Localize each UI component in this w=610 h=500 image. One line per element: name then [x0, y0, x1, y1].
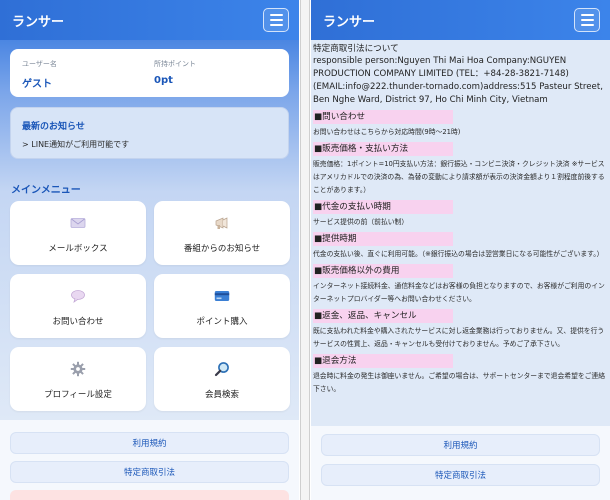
- main-menu-title: メインメニュー: [11, 185, 81, 196]
- gear-icon: [70, 361, 86, 377]
- doc-heading: ■販売価格・支払い方法: [313, 142, 453, 156]
- terms-button[interactable]: 利用規約: [10, 432, 289, 454]
- news-card: 最新のお知らせ > LINE通知がご利用可能です: [10, 107, 289, 159]
- megaphone-icon: [214, 215, 230, 231]
- doc-heading: ■提供時期: [313, 232, 453, 246]
- bottom-banner: [10, 490, 289, 500]
- doc-text: 販売価格：1ポイント=10円支払い方法：銀行振込・コンビニ決済・クレジット決済 …: [313, 160, 605, 194]
- user-info-card: ユーザー名 ゲスト 所持ポイント 0pt: [10, 49, 289, 97]
- commerce-law-screen: ランサー 特定商取引法について responsible person:Nguye…: [311, 0, 610, 500]
- points-block: 所持ポイント 0pt: [154, 59, 196, 86]
- doc-text: 代金の支払い後、直ぐに利用可能。（※銀行振込の場合は翌営業日になる可能性がござい…: [313, 250, 604, 258]
- doc-title: 特定商取引法について: [313, 44, 399, 54]
- hamburger-icon: [269, 24, 283, 26]
- app-title[interactable]: ランサー: [12, 11, 64, 30]
- credit-card-icon: [214, 288, 230, 304]
- commerce-law-document: 特定商取引法について responsible person:Nguyen Thi…: [311, 40, 607, 396]
- points-label: 所持ポイント: [154, 60, 196, 68]
- hamburger-menu-button[interactable]: [574, 8, 600, 32]
- doc-heading: ■退会方法: [313, 354, 453, 368]
- username-block: ユーザー名 ゲスト: [22, 59, 57, 90]
- home-screen: ランサー ユーザー名 ゲスト 所持ポイント 0pt 最新のお知らせ > LINE…: [0, 0, 299, 500]
- magnifier-icon: [214, 361, 230, 377]
- hamburger-menu-button[interactable]: [263, 8, 289, 32]
- menu-tile-member-search[interactable]: 会員検索: [154, 347, 290, 411]
- username-value: ゲスト: [22, 79, 52, 90]
- news-item-link[interactable]: > LINE通知がご利用可能です: [22, 139, 129, 150]
- hamburger-icon: [580, 14, 594, 16]
- app-title[interactable]: ランサー: [323, 11, 375, 30]
- doc-text: インターネット接続料金、通信料金などはお客様の負担となりますので、お客様がご利用…: [313, 282, 605, 303]
- menu-tile-contact[interactable]: お問い合わせ: [10, 274, 146, 338]
- doc-heading: ■返金、返品、キャンセル: [313, 309, 453, 323]
- hamburger-icon: [269, 19, 283, 21]
- footer-area: 利用規約 特定商取引法: [311, 426, 610, 500]
- mailbox-icon: [70, 215, 86, 231]
- app-header: ランサー: [311, 0, 610, 40]
- footer-area: 利用規約 特定商取引法: [0, 420, 299, 500]
- doc-text: サービス提供の前（前払い制）: [313, 218, 409, 226]
- menu-tile-label: メールボックス: [48, 244, 108, 254]
- commerce-law-button[interactable]: 特定商取引法: [10, 461, 289, 483]
- menu-tile-label: 番組からのお知らせ: [183, 244, 261, 254]
- doc-heading: ■販売価格以外の費用: [313, 264, 453, 278]
- commerce-law-button[interactable]: 特定商取引法: [321, 464, 600, 486]
- news-title: 最新のお知らせ: [22, 122, 85, 132]
- username-label: ユーザー名: [22, 60, 57, 68]
- doc-text: 退会時に料金の発生は御座いません。ご希望の場合は、サポートセンターまで退会希望を…: [313, 372, 606, 393]
- menu-tile-label: お問い合わせ: [52, 317, 104, 327]
- menu-tile-buy-points[interactable]: ポイント購入: [154, 274, 290, 338]
- menu-tile-mailbox[interactable]: メールボックス: [10, 201, 146, 265]
- terms-button[interactable]: 利用規約: [321, 434, 600, 456]
- hamburger-icon: [580, 24, 594, 26]
- split-screen: ランサー ユーザー名 ゲスト 所持ポイント 0pt 最新のお知らせ > LINE…: [0, 0, 610, 500]
- doc-text: 既に支払われた料金や購入されたサービスに対し返金業務は行っておりません。又、提供…: [313, 327, 605, 348]
- menu-tile-label: 会員検索: [204, 390, 239, 400]
- doc-company-info: responsible person:Nguyen Thi Mai Hoa Co…: [313, 56, 603, 105]
- points-value: 0pt: [154, 75, 173, 86]
- screen-divider: [300, 0, 310, 500]
- menu-tile-label: ポイント購入: [196, 317, 248, 327]
- home-content: ユーザー名 ゲスト 所持ポイント 0pt 最新のお知らせ > LINE通知がご利…: [0, 40, 299, 420]
- menu-tile-notices[interactable]: 番組からのお知らせ: [154, 201, 290, 265]
- commerce-law-content: 特定商取引法について responsible person:Nguyen Thi…: [311, 40, 610, 426]
- doc-heading: ■問い合わせ: [313, 110, 453, 124]
- menu-tile-label: プロフィール設定: [44, 390, 112, 400]
- hamburger-icon: [269, 14, 283, 16]
- menu-tile-profile-settings[interactable]: プロフィール設定: [10, 347, 146, 411]
- app-header: ランサー: [0, 0, 299, 40]
- doc-heading: ■代金の支払い時期: [313, 200, 453, 214]
- doc-text[interactable]: お問い合わせはこちらから対応時間(9時〜21時): [313, 126, 607, 139]
- hamburger-icon: [580, 19, 594, 21]
- speech-bubble-icon: [70, 288, 86, 304]
